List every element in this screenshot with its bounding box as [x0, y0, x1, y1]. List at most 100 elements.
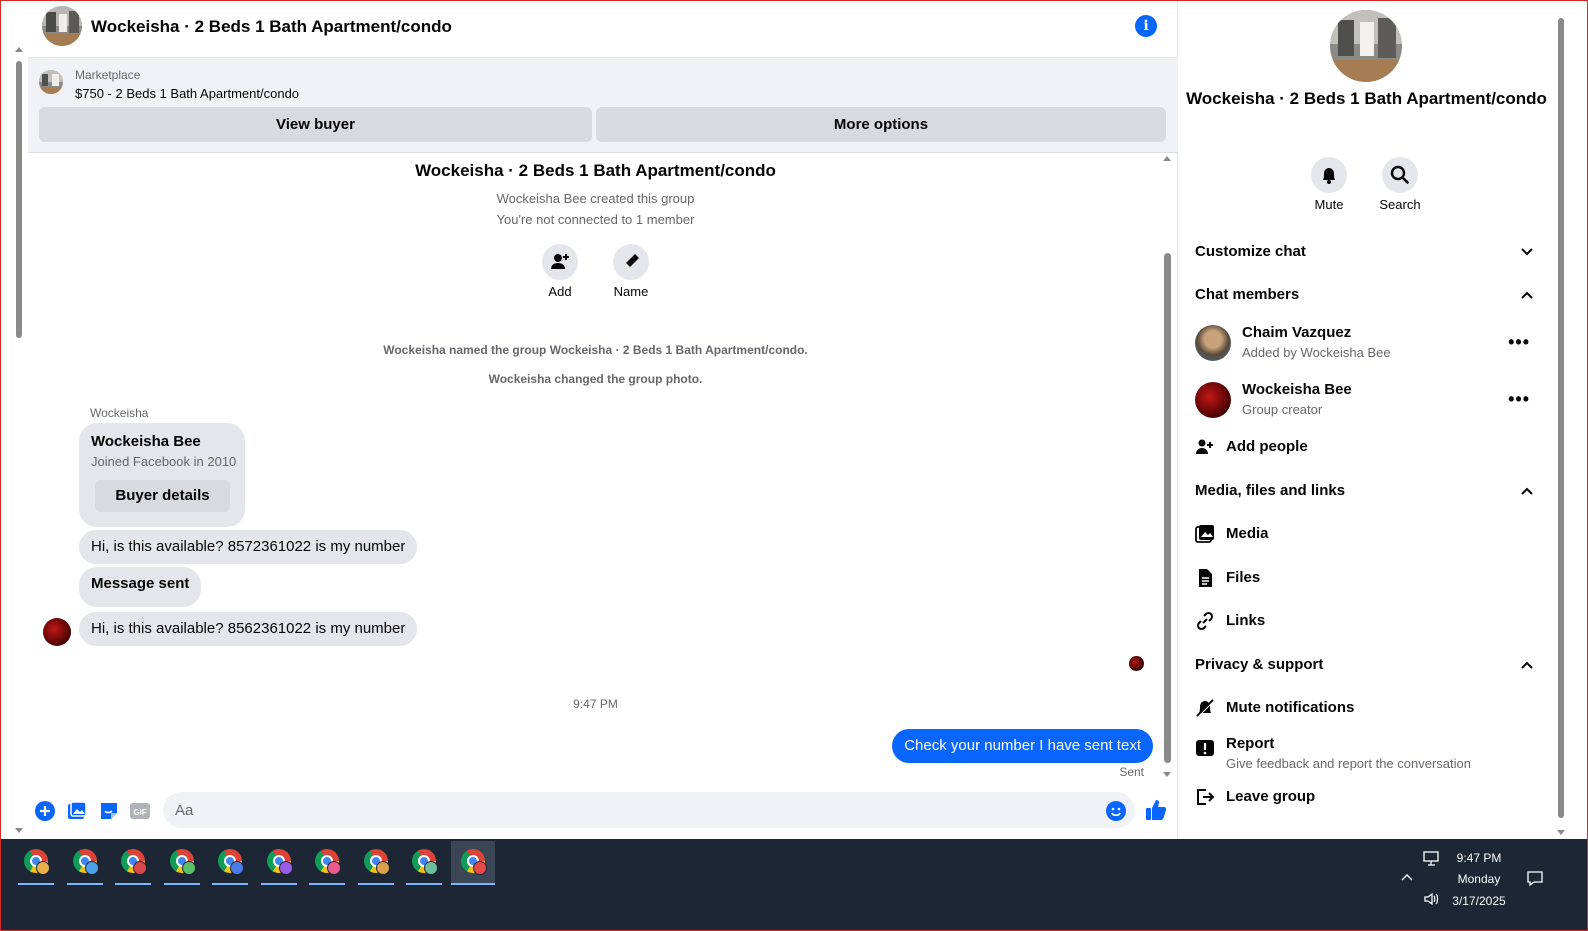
sender-avatar[interactable] — [43, 618, 71, 646]
chat-info-panel: Wockeisha · 2 Beds 1 Bath Apartment/cond… — [1179, 0, 1554, 839]
add-member-button[interactable] — [542, 244, 578, 280]
member-row[interactable]: Wockeisha Bee Group creator ••• — [1195, 379, 1540, 423]
privacy-support-section[interactable]: Privacy & support — [1195, 650, 1540, 680]
more-icon[interactable]: ••• — [1508, 332, 1530, 353]
running-indicator — [115, 883, 151, 885]
message-bubble[interactable]: Hi, is this available? 8562361022 is my … — [79, 612, 418, 646]
group-photo[interactable] — [1330, 10, 1402, 82]
chevron-up-icon[interactable] — [1400, 872, 1414, 882]
view-buyer-button[interactable]: View buyer — [39, 107, 592, 142]
clock-time[interactable]: 9:47 PM — [1440, 851, 1518, 865]
photo-icon — [1195, 525, 1214, 543]
composer: GIF — [28, 785, 1178, 839]
taskbar-app[interactable] — [160, 841, 204, 885]
scroll-up-arrow[interactable] — [15, 47, 23, 52]
plus-icon[interactable] — [34, 800, 56, 822]
taskbar: 9:47 PM Monday 3/17/2025 — [0, 839, 1588, 931]
scroll-up-arrow[interactable] — [1163, 156, 1171, 161]
panel-scrollbar[interactable] — [1554, 0, 1568, 839]
search-label: Search — [1379, 197, 1421, 212]
message-bubble[interactable]: Message sent — [79, 567, 202, 607]
taskbar-app[interactable] — [14, 841, 58, 885]
clock-date[interactable]: 3/17/2025 — [1440, 894, 1518, 908]
clock-day[interactable]: Monday — [1440, 872, 1518, 886]
listing-title[interactable]: $750 - 2 Beds 1 Bath Apartment/condo — [75, 86, 299, 101]
gif-icon[interactable]: GIF — [129, 800, 151, 822]
chat-title[interactable]: Wockeisha · 2 Beds 1 Bath Apartment/cond… — [91, 17, 452, 37]
emoji-icon[interactable] — [1105, 800, 1127, 822]
running-indicator — [260, 883, 297, 885]
scrollbar-thumb[interactable] — [16, 61, 22, 338]
buyer-joined: Joined Facebook in 2010 — [91, 454, 237, 469]
report-subtitle: Give feedback and report the conversatio… — [1226, 756, 1471, 771]
add-person-icon — [1196, 439, 1213, 454]
leave-group-row[interactable]: Leave group — [1195, 782, 1540, 812]
taskbar-app[interactable] — [257, 841, 301, 885]
scroll-down-arrow[interactable] — [1163, 772, 1171, 777]
message-input[interactable] — [163, 792, 1135, 828]
rename-group-button[interactable] — [613, 244, 649, 280]
marketplace-label: Marketplace — [75, 68, 141, 82]
buyer-details-button[interactable]: Buyer details — [95, 480, 230, 512]
bell-icon — [1323, 168, 1335, 184]
taskbar-app[interactable] — [63, 841, 107, 885]
sent-status: Sent — [1119, 765, 1144, 779]
group-title: Wockeisha · 2 Beds 1 Bath Apartment/cond… — [415, 161, 776, 180]
leave-group-label: Leave group — [1226, 788, 1316, 805]
scrollbar-thumb[interactable] — [1164, 253, 1171, 763]
scroll-down-arrow[interactable] — [15, 828, 23, 833]
listing-thumbnail[interactable] — [39, 70, 63, 94]
mute-notifications-row[interactable]: Mute notifications — [1195, 693, 1540, 723]
add-people-label: Add people — [1226, 438, 1308, 455]
customize-chat-section[interactable]: Customize chat — [1195, 237, 1540, 267]
member-avatar — [1195, 325, 1231, 361]
volume-icon[interactable] — [1423, 891, 1441, 907]
files-row[interactable]: Files — [1195, 563, 1540, 593]
taskbar-app[interactable] — [402, 841, 446, 885]
taskbar-app[interactable] — [354, 841, 398, 885]
member-subtitle: Added by Wockeisha Bee — [1242, 345, 1391, 360]
report-row[interactable]: Report Give feedback and report the conv… — [1195, 729, 1540, 773]
add-person-icon — [551, 254, 569, 269]
add-people-row[interactable]: Add people — [1195, 432, 1540, 462]
message-list[interactable]: Wockeisha · 2 Beds 1 Bath Apartment/cond… — [28, 153, 1178, 785]
running-indicator — [406, 883, 442, 885]
profile-badge-icon — [278, 861, 293, 875]
notification-icon[interactable] — [1526, 870, 1544, 888]
taskbar-app[interactable] — [305, 841, 349, 885]
running-indicator — [309, 883, 345, 885]
message-bubble[interactable]: Hi, is this available? 8572361022 is my … — [79, 530, 418, 564]
mute-button[interactable] — [1311, 157, 1347, 193]
outgoing-message-bubble[interactable]: Check your number I have sent text — [892, 729, 1153, 763]
buyer-name: Wockeisha Bee — [91, 433, 201, 450]
leave-icon — [1197, 789, 1215, 805]
taskbar-app[interactable] — [450, 841, 495, 885]
network-icon[interactable] — [1423, 851, 1441, 867]
media-files-links-section[interactable]: Media, files and links — [1195, 476, 1540, 506]
info-icon[interactable]: i — [1135, 15, 1157, 37]
section-title: Privacy & support — [1195, 656, 1324, 673]
sticker-icon[interactable] — [98, 800, 120, 822]
links-row[interactable]: Links — [1195, 606, 1540, 636]
messages-scrollbar[interactable] — [1161, 153, 1173, 785]
link-icon — [1196, 611, 1214, 631]
scroll-down-arrow[interactable] — [1557, 830, 1565, 835]
taskbar-app[interactable] — [208, 841, 252, 885]
thumbs-up-icon[interactable] — [1144, 798, 1168, 822]
more-icon[interactable]: ••• — [1508, 389, 1530, 410]
window-scrollbar[interactable] — [12, 44, 26, 839]
member-row[interactable]: Chaim Vazquez Added by Wockeisha Bee ••• — [1195, 322, 1540, 366]
profile-badge-icon — [424, 861, 438, 875]
photo-icon[interactable] — [66, 800, 88, 822]
mute-notifications-label: Mute notifications — [1226, 699, 1355, 716]
member-avatar — [1195, 382, 1231, 418]
connection-text: You're not connected to 1 member — [496, 212, 695, 227]
taskbar-app[interactable] — [111, 841, 155, 885]
scrollbar-thumb[interactable] — [1558, 18, 1564, 818]
profile-badge-icon — [84, 861, 99, 875]
search-button[interactable] — [1382, 157, 1418, 193]
media-row[interactable]: Media — [1195, 519, 1540, 549]
more-options-button[interactable]: More options — [596, 107, 1166, 142]
chat-members-section[interactable]: Chat members — [1195, 280, 1540, 310]
group-avatar[interactable] — [42, 6, 82, 46]
